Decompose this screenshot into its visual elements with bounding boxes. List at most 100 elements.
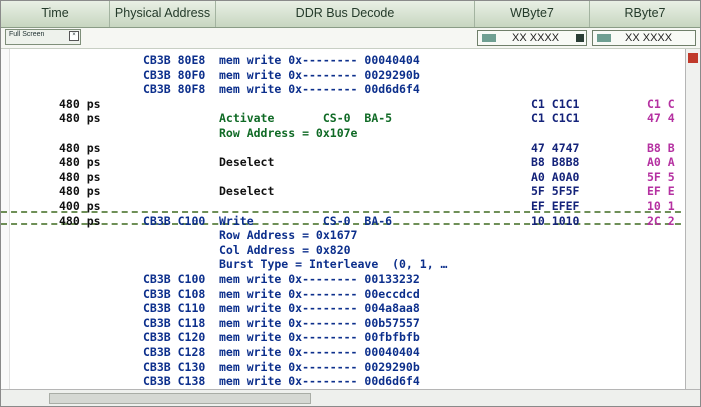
row-decode: mem write 0x-------- 00d6d6f4 xyxy=(219,374,420,389)
row-rbyte7: C1 C xyxy=(647,96,675,111)
row-decode: Deselect xyxy=(219,184,275,199)
row-time: 480 ps xyxy=(59,155,101,170)
row-time: 480 ps xyxy=(59,96,101,111)
trace-row[interactable]: 400 ps EF EFEF 10 1 xyxy=(11,199,675,214)
row-address: CB3B C110 xyxy=(143,301,206,316)
row-decode: Burst Type = Interleave (0, 1, … xyxy=(219,257,448,272)
vertical-scrollbar[interactable] xyxy=(685,49,700,389)
row-decode: mem write 0x-------- 0029290b xyxy=(219,67,420,82)
row-time: 480 ps xyxy=(59,213,101,228)
row-rbyte7: 2C 2 xyxy=(647,213,675,228)
full-screen-button[interactable]: Full Screen × xyxy=(5,29,81,45)
row-decode: mem write 0x-------- 00040404 xyxy=(219,53,420,67)
row-address: CB3B C130 xyxy=(143,359,206,374)
row-wbyte7: B8 B8B8 xyxy=(531,155,580,170)
scroll-marker-icon xyxy=(688,53,698,63)
row-wbyte7: C1 C1C1 xyxy=(531,111,580,126)
trace-row[interactable]: CB3B C130 mem write 0x-------- 0029290b xyxy=(11,360,675,375)
row-decode: Col Address = 0x820 xyxy=(219,242,351,257)
protocol-analyzer-window: Time Physical Address DDR Bus Decode WBy… xyxy=(0,0,701,407)
row-decode: mem write 0x-------- 00eccdcd xyxy=(219,286,420,301)
trace-row[interactable]: 480 ps 47 4747 B8 B xyxy=(11,141,675,156)
trace-row[interactable]: Row Address = 0x107e xyxy=(11,126,675,141)
row-decode: mem write 0x-------- 0029290b xyxy=(219,359,420,374)
row-decode: mem write 0x-------- 00b57557 xyxy=(219,315,420,330)
row-decode: Row Address = 0x1677 xyxy=(219,228,358,243)
row-decode: Row Address = 0x107e xyxy=(219,126,358,140)
row-wbyte7: C1 C1C1 xyxy=(531,96,580,111)
row-time: 480 ps xyxy=(59,140,101,155)
row-rbyte7: 10 1 xyxy=(647,199,675,213)
row-address: CB3B C100 xyxy=(143,272,206,286)
trace-row[interactable]: 480 ps C1 C1C1 C1 C xyxy=(11,97,675,112)
row-address: CB3B C120 xyxy=(143,330,206,345)
close-icon[interactable]: × xyxy=(69,31,79,41)
column-time[interactable]: Time xyxy=(1,1,110,27)
trace-row[interactable]: 480 ps A0 A0A0 5F 5 xyxy=(11,170,675,185)
horizontal-scrollbar[interactable] xyxy=(1,389,700,406)
rbyte7-value-box[interactable]: XX XXXX xyxy=(592,30,696,46)
column-ddr-bus-decode[interactable]: DDR Bus Decode xyxy=(216,1,475,27)
trace-row[interactable]: CB3B C110 mem write 0x-------- 004a8aa8 xyxy=(11,301,675,316)
trace-row[interactable]: Row Address = 0x1677 xyxy=(11,228,675,243)
row-decode: mem write 0x-------- 00133232 xyxy=(219,272,420,286)
row-time: 400 ps xyxy=(59,199,101,213)
trace-row[interactable]: 480 ps Deselect B8 B8B8 A0 A xyxy=(11,155,675,170)
trace-row[interactable]: CB3B 80E8 mem write 0x-------- 00040404 xyxy=(11,53,675,68)
column-header-bar: Time Physical Address DDR Bus Decode WBy… xyxy=(1,1,700,28)
wbyte7-value-box[interactable]: XX XXXX xyxy=(477,30,587,46)
row-decode: mem write 0x-------- 004a8aa8 xyxy=(219,301,420,316)
trace-row[interactable]: Burst Type = Interleave (0, 1, … xyxy=(11,257,675,272)
trace-row[interactable]: CB3B 80F8 mem write 0x-------- 00d6d6f4 xyxy=(11,82,675,97)
trace-list: CB3B 80E8 mem write 0x-------- 00040404 CB… xyxy=(11,49,675,389)
row-address: CB3B 80F0 xyxy=(143,67,206,82)
row-decode: mem write 0x-------- 00fbfbfb xyxy=(219,330,420,345)
row-time: 480 ps xyxy=(59,184,101,199)
row-address: CB3B C100 xyxy=(143,213,206,228)
row-wbyte7: 10 1010 xyxy=(531,213,580,228)
row-address: CB3B 80E8 xyxy=(143,53,206,67)
trace-row[interactable]: Col Address = 0x820 xyxy=(11,243,675,258)
trace-row[interactable]: CB3B C118 mem write 0x-------- 00b57557 xyxy=(11,316,675,331)
row-decode: Activate CS-0 BA-5 xyxy=(219,111,393,126)
row-time: 480 ps xyxy=(59,111,101,126)
trace-row[interactable]: 480 ps Activate CS-0 BA-5 C1 C1C1 47 4 xyxy=(11,111,675,126)
trace-row[interactable]: CB3B C100 mem write 0x-------- 00133232 xyxy=(11,272,675,287)
row-decode: Deselect xyxy=(219,155,275,170)
wbyte-toggle-icon[interactable] xyxy=(576,34,584,42)
rbyte7-value: XX XXXX xyxy=(625,32,673,44)
row-address: CB3B C138 xyxy=(143,374,206,389)
scroll-thumb[interactable] xyxy=(49,393,311,404)
trace-row[interactable]: CB3B C138 mem write 0x-------- 00d6d6f4 xyxy=(11,374,675,389)
trace-row[interactable]: 480 ps Deselect 5F 5F5F EF E xyxy=(11,184,675,199)
row-decode: Write CS-0 BA-6 xyxy=(219,213,393,228)
rbyte-marker-icon xyxy=(597,34,611,42)
trace-row[interactable]: 480 ps CB3B C100 Write CS-0 BA-6 10 1010 2C … xyxy=(11,214,675,229)
row-address: CB3B C128 xyxy=(143,345,206,359)
trace-row[interactable]: CB3B C120 mem write 0x-------- 00fbfbfb xyxy=(11,330,675,345)
row-wbyte7: EF EFEF xyxy=(531,199,580,213)
row-address: CB3B 80F8 xyxy=(143,82,206,97)
row-rbyte7: A0 A xyxy=(647,155,675,170)
wbyte7-value: XX XXXX xyxy=(512,32,560,44)
row-rbyte7: 47 4 xyxy=(647,111,675,126)
row-rbyte7: B8 B xyxy=(647,140,675,155)
row-rbyte7: 5F 5 xyxy=(647,169,675,184)
row-time: 480 ps xyxy=(59,169,101,184)
row-rbyte7: EF E xyxy=(647,184,675,199)
row-address: CB3B C108 xyxy=(143,286,206,301)
row-wbyte7: 47 4747 xyxy=(531,140,580,155)
row-wbyte7: 5F 5F5F xyxy=(531,184,580,199)
trace-row[interactable]: CB3B 80F0 mem write 0x-------- 0029290b xyxy=(11,68,675,83)
row-wbyte7: A0 A0A0 xyxy=(531,169,580,184)
trace-row[interactable]: CB3B C108 mem write 0x-------- 00eccdcd xyxy=(11,287,675,302)
column-physical-address[interactable]: Physical Address xyxy=(110,1,216,27)
column-wbyte7[interactable]: WByte7 xyxy=(475,1,590,27)
trace-row[interactable]: CB3B C128 mem write 0x-------- 00040404 xyxy=(11,345,675,360)
row-decode: mem write 0x-------- 00040404 xyxy=(219,345,420,359)
row-decode: mem write 0x-------- 00d6d6f4 xyxy=(219,82,420,97)
column-rbyte7[interactable]: RByte7 xyxy=(590,1,700,27)
wbyte-marker-icon xyxy=(482,34,496,42)
full-screen-label: Full Screen xyxy=(9,31,45,38)
row-address: CB3B C118 xyxy=(143,315,206,330)
